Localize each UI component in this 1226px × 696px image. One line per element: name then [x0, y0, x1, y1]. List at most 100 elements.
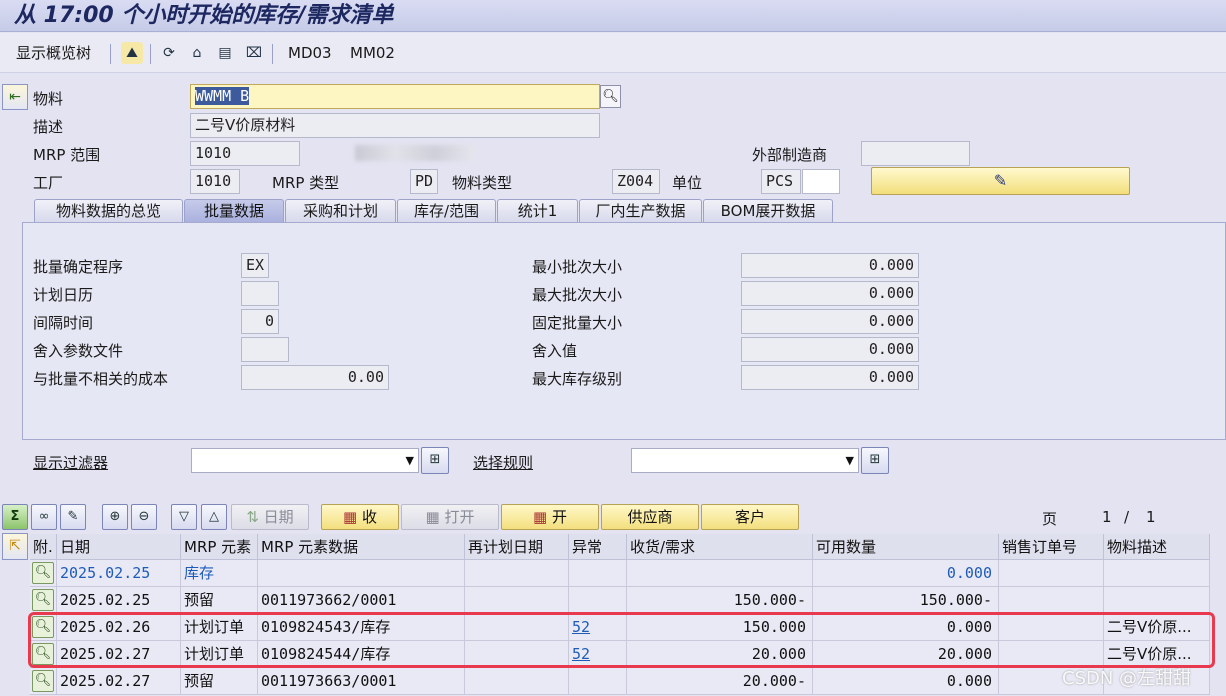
- selection-rule-dropdown[interactable]: ▼: [631, 448, 859, 473]
- calendar-icon: ▦: [425, 508, 445, 526]
- material-type-field: Z004: [612, 169, 660, 194]
- calendar-icon: ▦: [343, 508, 362, 526]
- vendor-button[interactable]: 供应商: [601, 504, 699, 530]
- unit-extra-field[interactable]: [802, 169, 840, 194]
- chevron-down-icon: ▼: [405, 454, 414, 467]
- date-cell: 2025.02.25: [57, 560, 181, 587]
- col-attach[interactable]: 附.: [30, 534, 57, 560]
- mrp-type-label: MRP 类型: [272, 174, 340, 192]
- filter-settings-icon[interactable]: ⊞: [421, 447, 449, 474]
- md03-button[interactable]: MD03: [288, 33, 332, 73]
- row-icon-cell[interactable]: 🔍︎: [30, 587, 57, 614]
- application-toolbar: [0, 33, 1226, 73]
- exception-cell[interactable]: [569, 560, 627, 587]
- exception-cell[interactable]: [569, 587, 627, 614]
- tab-procurement[interactable]: 采购和计划: [285, 199, 396, 222]
- row-icon-cell[interactable]: 🔍︎: [30, 668, 57, 695]
- planning-calendar-field: [241, 281, 279, 306]
- page-label: 页: [1042, 510, 1058, 528]
- expand-tree-icon[interactable]: ⊕: [102, 504, 128, 530]
- search-help-icon[interactable]: 🔍︎: [600, 85, 621, 108]
- interval-field: 0: [241, 309, 279, 334]
- detail-magnifier-icon[interactable]: 🔍︎: [32, 589, 54, 611]
- filter-up-icon[interactable]: △: [201, 504, 227, 530]
- row-icon-cell[interactable]: 🔍︎: [30, 560, 57, 587]
- header-toggle-icon[interactable]: ⇤: [2, 84, 28, 110]
- rounding-profile-label: 舍入参数文件: [33, 342, 124, 360]
- available-qty-cell: 0.000: [813, 668, 999, 695]
- detail-magnifier-icon[interactable]: 🔍︎: [32, 670, 54, 692]
- rounding-profile-field: [241, 337, 289, 362]
- window-title: 从 17:00 个小时开始的库存/需求清单: [14, 3, 394, 28]
- fixed-lot-label: 固定批量大小: [532, 314, 623, 332]
- lot-procedure-label: 批量确定程序: [33, 258, 124, 276]
- document-icon[interactable]: ▤: [214, 42, 236, 64]
- tab-material-overview[interactable]: 物料数据的总览: [34, 199, 183, 222]
- exception-cell[interactable]: [569, 668, 627, 695]
- chevron-down-icon: ▼: [845, 454, 854, 467]
- overview-tree-button[interactable]: 显示概览树: [16, 33, 91, 73]
- fixed-lot-field: 0.000: [741, 309, 919, 334]
- mountain-icon[interactable]: ⛰: [121, 42, 143, 64]
- date-cell: 2025.02.25: [57, 587, 181, 614]
- collapse-tree-icon[interactable]: ⊖: [131, 504, 157, 530]
- col-date[interactable]: 日期: [57, 534, 181, 560]
- mrp-element-data-cell: [258, 560, 465, 587]
- refresh-icon[interactable]: ⟳: [158, 42, 180, 64]
- tab-stock-range[interactable]: 库存/范围: [397, 199, 496, 222]
- selection-rule-label: 选择规则: [473, 454, 534, 472]
- pencil-icon[interactable]: ✎: [60, 504, 86, 530]
- col-sales-order[interactable]: 销售订单号: [999, 534, 1104, 560]
- mm02-button[interactable]: MM02: [350, 33, 395, 73]
- tab-lot-size-data[interactable]: 批量数据: [184, 199, 284, 222]
- lot-procedure-field: EX: [241, 253, 269, 278]
- calendar-icon: ▦: [533, 508, 552, 526]
- material-type-label: 物料类型: [452, 174, 513, 192]
- page-separator: /: [1124, 508, 1130, 526]
- receipt-button[interactable]: ▦ 收: [321, 504, 399, 530]
- reschedule-date-cell: [465, 560, 569, 587]
- mrp-element-cell: 库存: [181, 560, 258, 587]
- interval-label: 间隔时间: [33, 314, 94, 332]
- reschedule-date-cell: [465, 668, 569, 695]
- mrp-element-cell: 预留: [181, 587, 258, 614]
- sum-icon[interactable]: Σ: [2, 504, 28, 530]
- col-mrp-element-data[interactable]: MRP 元素数据: [258, 534, 465, 560]
- col-available-qty[interactable]: 可用数量: [813, 534, 999, 560]
- open-button-disabled[interactable]: ▦ 打开: [401, 504, 499, 530]
- display-filter-dropdown[interactable]: ▼: [191, 448, 419, 473]
- filter-down-icon[interactable]: ▽: [171, 504, 197, 530]
- page-total: 1: [1146, 508, 1156, 526]
- edit-button[interactable]: ✎: [871, 167, 1130, 195]
- col-reschedule-date[interactable]: 再计划日期: [465, 534, 569, 560]
- sales-order-cell: [999, 560, 1104, 587]
- lot-independent-cost-label: 与批量不相关的成本: [33, 370, 169, 388]
- rule-settings-icon[interactable]: ⊞: [861, 447, 889, 474]
- receipt-requirement-cell: [627, 560, 813, 587]
- unit-field: PCS: [761, 169, 801, 194]
- mrp-area-label: MRP 范围: [33, 146, 101, 164]
- col-exception[interactable]: 异常: [569, 534, 627, 560]
- available-qty-cell: 0.000: [813, 560, 999, 587]
- date-button[interactable]: ⇅ 日期: [231, 504, 309, 530]
- material-description-cell: [1104, 560, 1210, 587]
- trash-icon[interactable]: ⌧: [243, 42, 265, 64]
- sort-icon: ⇅: [246, 508, 264, 526]
- external-manufacturer-label: 外部制造商: [752, 146, 828, 164]
- tree-icon[interactable]: ⌂: [186, 42, 208, 64]
- col-mrp-element[interactable]: MRP 元素: [181, 534, 258, 560]
- blurred-area-text: [355, 145, 475, 161]
- detail-magnifier-icon[interactable]: 🔍︎: [32, 562, 54, 584]
- tab-statistics[interactable]: 统计1: [497, 199, 578, 222]
- open-button[interactable]: ▦ 开: [501, 504, 599, 530]
- glasses-icon[interactable]: ∞: [31, 504, 57, 530]
- layout-icon[interactable]: ⇱: [2, 533, 28, 560]
- col-material-description[interactable]: 物料描述: [1104, 534, 1210, 560]
- tab-bom-explosion[interactable]: BOM展开数据: [703, 199, 833, 222]
- tab-inhouse-production[interactable]: 厂内生产数据: [579, 199, 702, 222]
- material-input[interactable]: WWMM B: [190, 84, 600, 109]
- pencil-icon: ✎: [993, 171, 1008, 190]
- col-receipt-requirement[interactable]: 收货/需求: [627, 534, 813, 560]
- customer-button[interactable]: 客户: [701, 504, 799, 530]
- max-lot-field: 0.000: [741, 281, 919, 306]
